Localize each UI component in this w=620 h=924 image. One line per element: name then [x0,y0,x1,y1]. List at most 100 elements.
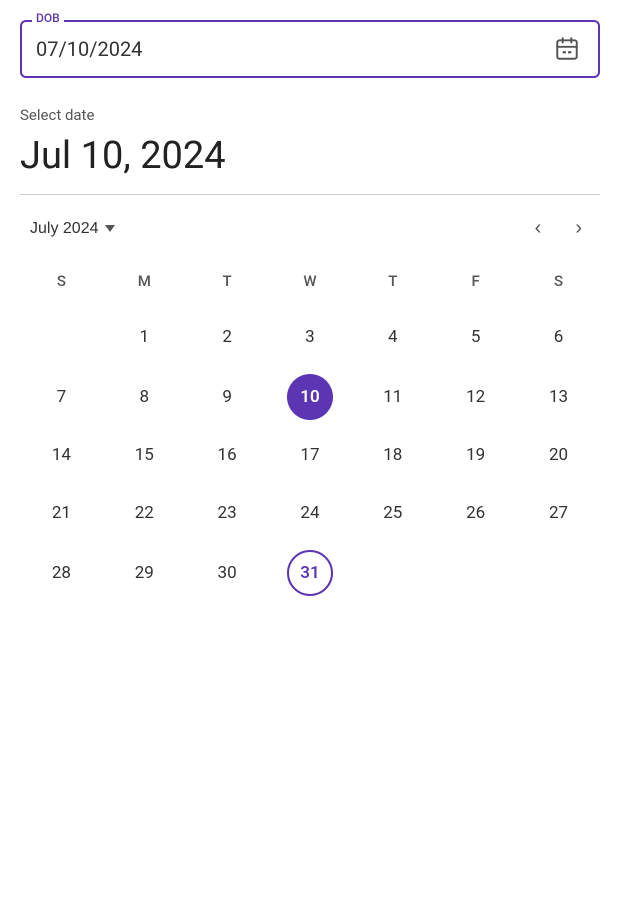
calendar-day-cell[interactable]: 10 [269,368,352,426]
calendar-day-cell[interactable]: 14 [20,426,103,484]
day-8[interactable]: 8 [121,374,167,420]
calendar-day-cell[interactable]: 21 [20,484,103,542]
day-4[interactable]: 4 [370,314,416,360]
calendar-week-row: 21 22 23 24 25 26 27 [20,484,600,542]
calendar-day-cell[interactable]: 18 [351,426,434,484]
weekday-M: M [103,264,186,306]
calendar-week-row: 28 29 30 31 [20,542,600,604]
day-20[interactable]: 20 [536,432,582,478]
day-2[interactable]: 2 [204,314,250,360]
day-12[interactable]: 12 [453,374,499,420]
day-30[interactable]: 30 [204,550,250,596]
calendar-week-row: 789 10 11 12 13 [20,368,600,426]
day-13[interactable]: 13 [536,374,582,420]
weekday-S1: S [20,264,103,306]
calendar-day-cell [351,542,434,604]
weekday-T2: T [351,264,434,306]
day-22[interactable]: 22 [121,490,167,536]
next-month-button[interactable]: › [567,213,590,244]
day-27[interactable]: 27 [536,490,582,536]
calendar-day-cell[interactable]: 15 [103,426,186,484]
next-arrow-icon: › [575,217,582,240]
dob-field: DOB 07/10/2024 [20,20,600,78]
month-label: July 2024 [30,220,99,238]
calendar-week-row: 123456 [20,306,600,368]
divider [20,194,600,195]
calendar-day-cell[interactable]: 6 [517,306,600,368]
day-18[interactable]: 18 [370,432,416,478]
calendar-day-cell[interactable]: 13 [517,368,600,426]
calendar-day-cell[interactable]: 25 [351,484,434,542]
calendar-day-cell[interactable]: 2 [186,306,269,368]
day-16[interactable]: 16 [204,432,250,478]
calendar-day-cell[interactable]: 20 [517,426,600,484]
calendar-day-cell[interactable]: 4 [351,306,434,368]
prev-month-button[interactable]: ‹ [527,213,550,244]
day-empty [370,548,416,594]
calendar-day-cell [434,542,517,604]
datepicker-panel: Select date Jul 10, 2024 July 2024 ‹ › S… [20,106,600,604]
calendar-day-cell[interactable]: 5 [434,306,517,368]
day-28[interactable]: 28 [38,550,84,596]
weekday-F: F [434,264,517,306]
day-5[interactable]: 5 [453,314,499,360]
chevron-down-icon [105,225,115,232]
calendar-day-cell[interactable]: 19 [434,426,517,484]
day-3[interactable]: 3 [287,314,333,360]
calendar-day-cell[interactable]: 28 [20,542,103,604]
calendar-day-cell[interactable]: 29 [103,542,186,604]
dob-label: DOB [32,11,64,25]
day-26[interactable]: 26 [453,490,499,536]
weekday-T1: T [186,264,269,306]
calendar-day-cell [20,306,103,368]
day-empty [536,548,582,594]
calendar-day-cell [517,542,600,604]
day-10[interactable]: 10 [287,374,333,420]
prev-arrow-icon: ‹ [535,217,542,240]
calendar-day-cell[interactable]: 31 [269,542,352,604]
day-31[interactable]: 31 [287,550,333,596]
day-11[interactable]: 11 [370,374,416,420]
day-14[interactable]: 14 [38,432,84,478]
calendar-day-cell[interactable]: 7 [20,368,103,426]
calendar-icon [554,36,580,62]
weekday-S2: S [517,264,600,306]
day-6[interactable]: 6 [536,314,582,360]
selected-date-display: Jul 10, 2024 [20,134,600,178]
calendar-day-cell[interactable]: 27 [517,484,600,542]
day-1[interactable]: 1 [121,314,167,360]
calendar-day-cell[interactable]: 1 [103,306,186,368]
calendar-day-cell[interactable]: 26 [434,484,517,542]
day-21[interactable]: 21 [38,490,84,536]
calendar-day-cell[interactable]: 9 [186,368,269,426]
calendar-day-cell[interactable]: 16 [186,426,269,484]
day-empty [453,548,499,594]
day-24[interactable]: 24 [287,490,333,536]
day-17[interactable]: 17 [287,432,333,478]
calendar-day-cell[interactable]: 11 [351,368,434,426]
calendar-day-cell[interactable]: 23 [186,484,269,542]
day-23[interactable]: 23 [204,490,250,536]
calendar-day-cell[interactable]: 22 [103,484,186,542]
nav-arrows: ‹ › [527,213,590,244]
day-empty [38,312,84,358]
calendar-icon-button[interactable] [550,32,584,66]
day-7[interactable]: 7 [38,374,84,420]
dob-value: 07/10/2024 [36,37,142,61]
month-nav-row: July 2024 ‹ › [20,213,600,244]
calendar-day-cell[interactable]: 17 [269,426,352,484]
calendar-grid: S M T W T F S 12345678910111213141516171… [20,264,600,604]
day-15[interactable]: 15 [121,432,167,478]
calendar-day-cell[interactable]: 3 [269,306,352,368]
month-dropdown-button[interactable]: July 2024 [30,220,115,238]
weekday-header-row: S M T W T F S [20,264,600,306]
day-25[interactable]: 25 [370,490,416,536]
calendar-day-cell[interactable]: 24 [269,484,352,542]
day-9[interactable]: 9 [204,374,250,420]
day-29[interactable]: 29 [121,550,167,596]
day-19[interactable]: 19 [453,432,499,478]
calendar-week-row: 14 15 16 17 18 19 20 [20,426,600,484]
calendar-day-cell[interactable]: 12 [434,368,517,426]
calendar-day-cell[interactable]: 8 [103,368,186,426]
calendar-day-cell[interactable]: 30 [186,542,269,604]
